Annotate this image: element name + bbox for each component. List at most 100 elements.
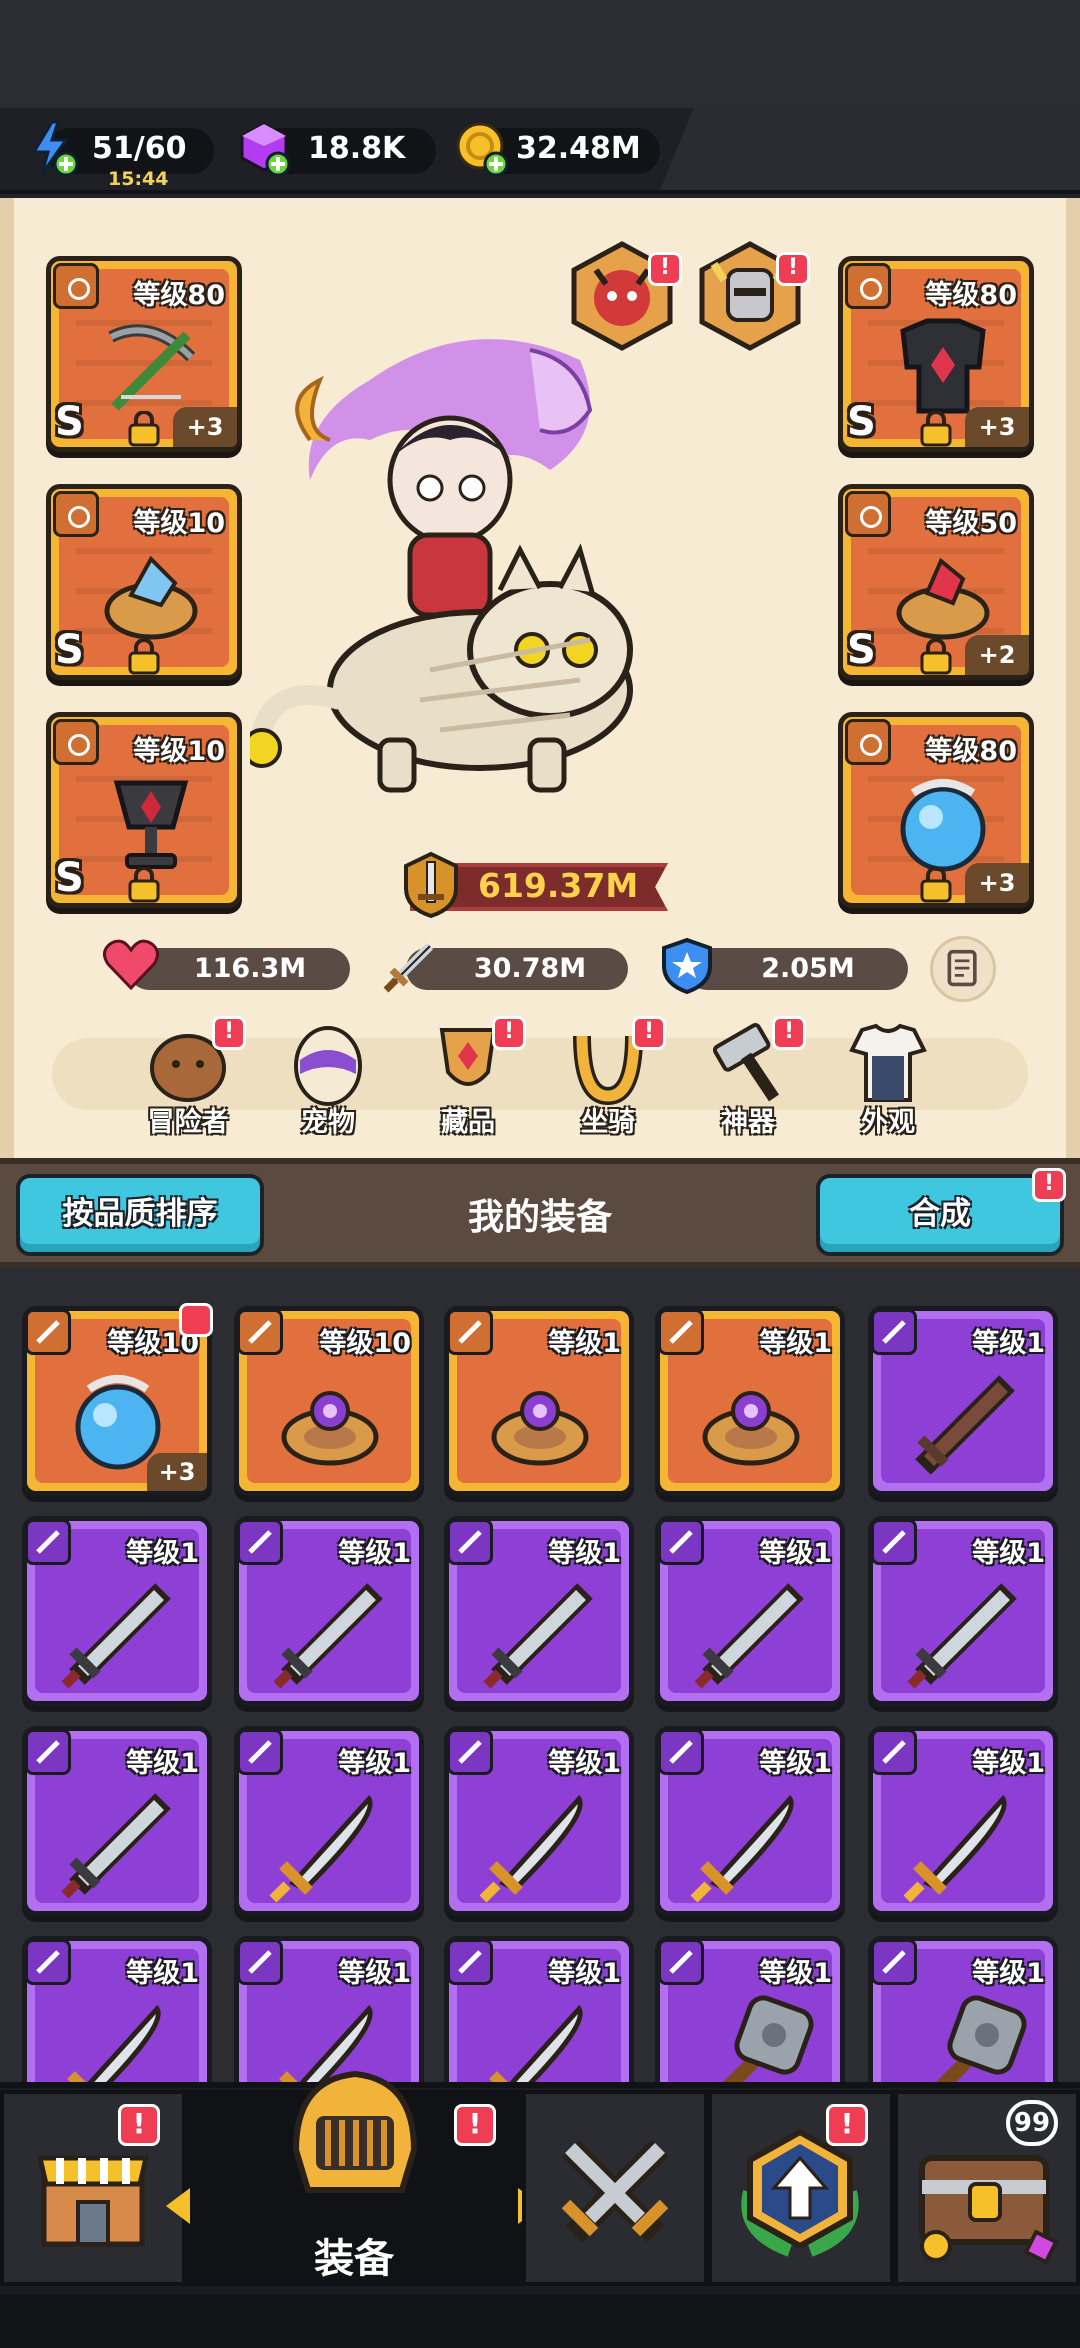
card-level: 等级1: [972, 1958, 1045, 1989]
coins-value: 32.48M: [516, 131, 641, 166]
card-level: 等级1: [548, 1958, 621, 1989]
equipment-card[interactable]: 等级1: [868, 1516, 1058, 1706]
equipment-card[interactable]: 等级1: [22, 1726, 212, 1916]
equipment-card[interactable]: 等级1: [655, 1936, 845, 2082]
sword-type-icon: [237, 1939, 283, 1985]
steel-sword-icon: [483, 1583, 593, 1689]
sword-type-icon: [658, 1729, 704, 1775]
sword-type-icon: [25, 1939, 71, 1985]
gems-value: 18.8K: [308, 131, 406, 166]
sword-type-icon: [871, 1519, 917, 1565]
lock-icon: [920, 639, 952, 675]
purple-gem-plus-icon[interactable]: [234, 118, 294, 178]
armor-type-icon: [845, 263, 891, 309]
merge-alert-badge: !: [1032, 1168, 1066, 1202]
ring-type-icon: [53, 491, 99, 537]
card-level: 等级1: [338, 1958, 411, 1989]
stone-mace-icon: [723, 1995, 814, 2082]
slot-level: 等级80: [133, 280, 225, 311]
shop-icon: [36, 2155, 150, 2247]
energy-value: 51/60: [92, 131, 187, 166]
lock-icon: [920, 411, 952, 447]
equipment-card[interactable]: 等级1: [234, 1726, 424, 1916]
card-level: 等级1: [338, 1748, 411, 1779]
enhance-level: +3: [965, 407, 1029, 447]
equipment-card[interactable]: 等级1: [444, 1726, 634, 1916]
equipment-alert-badge: !: [454, 2104, 496, 2146]
ring-type-icon: [237, 1309, 283, 1355]
steel-sword-icon: [273, 1583, 383, 1689]
enhance-level: +3: [173, 407, 237, 447]
system-nav-strip: [0, 2294, 1080, 2348]
slot-level: 等级10: [133, 736, 225, 767]
card-level: 等级1: [972, 1538, 1045, 1569]
slot-level: 等级10: [133, 508, 225, 539]
ring-type-icon: [447, 1309, 493, 1355]
ring-type-icon: [845, 491, 891, 537]
equipment-card[interactable]: 等级1: [22, 1936, 212, 2082]
hero-riding-mount-art: [250, 339, 633, 793]
grade-label: S: [847, 627, 876, 673]
gold-sword-icon: [269, 1794, 373, 1903]
lock-icon: [128, 867, 160, 903]
sword-type-icon: [237, 1729, 283, 1775]
equipment-card[interactable]: 等级10: [234, 1306, 424, 1496]
menu-alert-badge: !: [212, 1016, 246, 1050]
lightning-plus-icon[interactable]: [22, 118, 82, 178]
equipment-card[interactable]: 等级1: [868, 1936, 1058, 2082]
sword-type-icon: [53, 263, 99, 309]
equipment-card[interactable]: 等级1: [868, 1726, 1058, 1916]
ring-icon: [491, 1391, 589, 1466]
ring-icon: [281, 1391, 379, 1466]
equipment-card[interactable]: 等级1: [655, 1306, 845, 1496]
chevron-left-icon: [166, 2188, 190, 2224]
card-level: 等级1: [126, 1538, 199, 1569]
wood-sword-icon: [915, 1375, 1015, 1475]
steel-sword-icon: [694, 1583, 804, 1689]
dark-chalice-icon: [113, 780, 189, 869]
grade-label: S: [55, 627, 84, 673]
grade-label: S: [847, 399, 876, 445]
equipment-card[interactable]: 等级10 +3: [22, 1303, 213, 1496]
equipment-card[interactable]: 等级1: [22, 1516, 212, 1706]
sword-type-icon: [447, 1729, 493, 1775]
gold-coin-plus-icon[interactable]: [452, 118, 512, 178]
enhance-level: +2: [965, 635, 1029, 675]
equipment-card[interactable]: 等级1: [868, 1306, 1058, 1496]
enhance-level: +3: [965, 863, 1029, 903]
upgrade-alert-badge: !: [826, 2104, 868, 2146]
chest-count-badge: 99: [1006, 2100, 1058, 2146]
sword-type-icon: [871, 1939, 917, 1985]
equipment-card[interactable]: 等级1: [444, 1936, 634, 2082]
sword-shield-power-icon: [404, 851, 458, 919]
slot-level: 等级80: [925, 736, 1017, 767]
gold-sword-icon: [903, 1794, 1007, 1903]
card-level: 等级1: [548, 1328, 621, 1359]
combat-power-value: 619.37M: [478, 866, 639, 905]
sword-type-icon: [447, 1519, 493, 1565]
sword-type-icon: [658, 1939, 704, 1985]
energy-timer: 15:44: [108, 168, 169, 190]
equipment-card[interactable]: 等级1: [234, 1516, 424, 1706]
equipment-card[interactable]: 等级1: [655, 1516, 845, 1706]
equipment-card[interactable]: 等级1: [444, 1516, 634, 1706]
equipment-card[interactable]: 等级1: [444, 1306, 634, 1496]
menu-alert-badge: !: [632, 1016, 666, 1050]
necklace-type-icon: [53, 719, 99, 765]
lock-icon: [128, 411, 160, 447]
equipment-card[interactable]: 等级1: [655, 1726, 845, 1916]
heart-icon: [103, 939, 159, 991]
gold-sword-icon: [479, 1794, 583, 1903]
gold-sword-icon: [67, 2004, 161, 2082]
menu-alert-badge: !: [772, 1016, 806, 1050]
pet-alert-badge: !: [776, 252, 810, 286]
menu-alert-badge: !: [492, 1016, 526, 1050]
sword-type-icon: [447, 1939, 493, 1985]
pet-alert-badge: !: [648, 252, 682, 286]
knight-helmet-icon: [292, 2070, 418, 2193]
slot-level: 等级50: [925, 508, 1017, 539]
sword-type-icon: [871, 1729, 917, 1775]
steel-sword-icon: [61, 1793, 171, 1899]
grade-label: S: [55, 399, 84, 445]
gold-sword-icon: [690, 1794, 794, 1903]
